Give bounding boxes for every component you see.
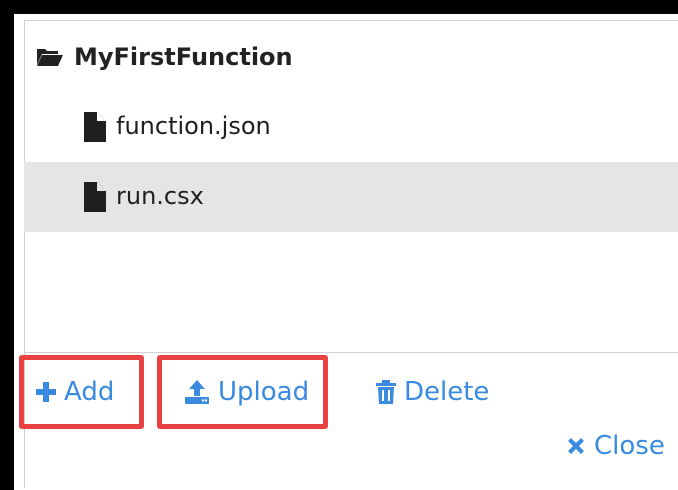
add-button[interactable]: Add [36,374,114,410]
tree-file-row[interactable]: function.json [24,92,678,162]
close-icon [568,438,584,454]
toolbar-divider [24,352,678,353]
delete-button[interactable]: Delete [376,374,489,410]
folder-open-icon [37,49,63,66]
folder-label: MyFirstFunction [74,43,293,71]
file-icon [84,112,106,142]
tree-folder-row[interactable]: MyFirstFunction [24,20,678,92]
file-icon [84,182,106,212]
add-label: Add [64,377,115,407]
file-explorer-panel: MyFirstFunction function.json run.csx Ad… [14,14,678,490]
close-label: Close [594,431,665,461]
upload-icon [185,380,209,404]
delete-label: Delete [404,377,490,407]
trash-icon [376,380,396,404]
upload-button[interactable]: Upload [184,374,309,410]
file-label: function.json [116,112,271,140]
close-button[interactable]: Close [566,428,665,464]
file-label: run.csx [116,182,204,210]
tree-file-row-selected[interactable]: run.csx [24,162,678,232]
upload-label: Upload [218,377,310,407]
plus-icon [36,382,56,402]
